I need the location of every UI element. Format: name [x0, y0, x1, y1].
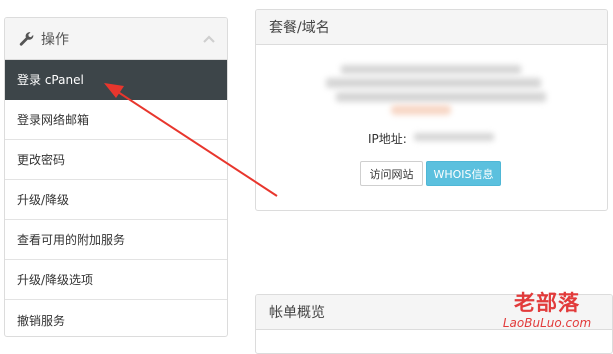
sidebar-item-label: 查看可用的附加服务 — [17, 233, 126, 247]
sidebar-item-upgrade-options[interactable]: 升级/降级选项 — [5, 260, 227, 300]
sidebar-item-label: 更改密码 — [17, 153, 66, 167]
redacted-info-line — [341, 65, 521, 74]
redacted-ip-value — [414, 133, 494, 141]
sidebar-item-label: 升级/降级 — [17, 193, 70, 207]
package-domain-panel: 套餐/域名 IP地址: 访问网站 WHOIS信息 — [255, 9, 608, 211]
redacted-info-highlight — [391, 105, 451, 115]
package-panel-title: 套餐/域名 — [269, 20, 330, 36]
sidebar-item-login-cpanel[interactable]: 登录 cPanel — [5, 60, 227, 100]
visit-website-button[interactable]: 访问网站 — [360, 161, 423, 186]
ip-address-label: IP地址: — [368, 132, 407, 146]
redacted-info-line — [336, 92, 546, 102]
sidebar-item-cancel-service[interactable]: 撤销服务 — [5, 300, 227, 336]
whois-info-button[interactable]: WHOIS信息 — [426, 161, 501, 186]
watermark-url: LaoBuLuo.com — [502, 316, 592, 330]
package-panel-header: 套餐/域名 — [256, 10, 607, 45]
sidebar-item-change-password[interactable]: 更改密码 — [5, 140, 227, 180]
redacted-info-line — [326, 78, 541, 88]
sidebar-item-upgrade-downgrade[interactable]: 升级/降级 — [5, 180, 227, 220]
ip-address-row: IP地址: — [368, 130, 407, 147]
billing-panel-title: 帐单概览 — [269, 305, 325, 321]
sidebar-item-label: 升级/降级选项 — [17, 273, 94, 287]
wrench-icon — [17, 30, 35, 48]
chevron-up-icon[interactable] — [201, 31, 217, 47]
actions-sidebar: 操作 登录 cPanel 登录网络邮箱 更改密码 升级/降级 查看可用的附加服务… — [4, 17, 228, 337]
sidebar-title: 操作 — [41, 31, 69, 48]
sidebar-item-label: 登录 cPanel — [17, 73, 84, 87]
watermark-logo: 老部落 LaoBuLuo.com — [487, 290, 607, 330]
watermark-title: 老部落 — [514, 291, 580, 315]
sidebar-item-view-addons[interactable]: 查看可用的附加服务 — [5, 220, 227, 260]
sidebar-item-label: 撤销服务 — [17, 313, 66, 328]
sidebar-header[interactable]: 操作 — [5, 18, 227, 60]
sidebar-item-label: 登录网络邮箱 — [17, 113, 90, 127]
sidebar-item-login-webmail[interactable]: 登录网络邮箱 — [5, 100, 227, 140]
